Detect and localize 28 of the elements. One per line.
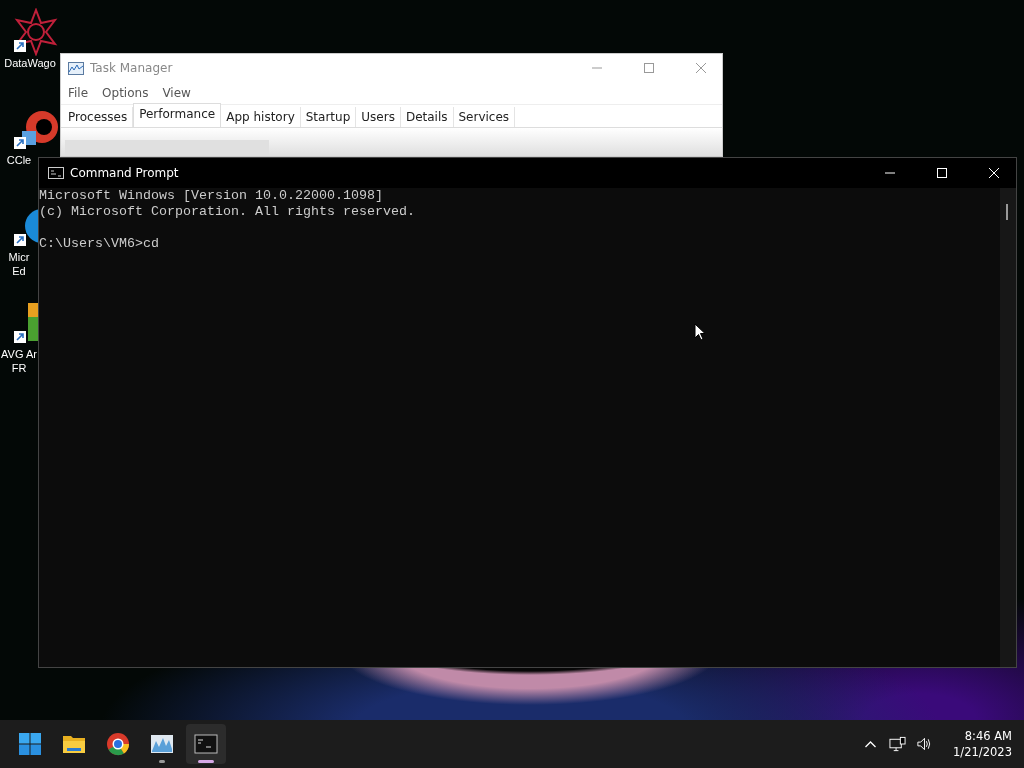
tab[interactable]: Performance <box>133 103 222 127</box>
console-icon <box>194 732 218 756</box>
scrollbar[interactable] <box>1000 188 1016 667</box>
menu-item[interactable]: View <box>162 86 191 100</box>
icon-label: AVG Ar <box>1 347 37 361</box>
console-text: Microsoft Windows [Version 10.0.22000.1098] <box>39 188 384 204</box>
window-title: Task Manager <box>90 61 173 75</box>
console-icon <box>48 167 64 179</box>
icon-label: DataWago <box>4 56 56 70</box>
network-icon[interactable] <box>889 736 907 752</box>
icon-label: Ed <box>12 264 26 278</box>
clock-date[interactable]: 1/21/2023 <box>953 744 1012 760</box>
icon-label: CCle <box>6 153 32 167</box>
windows-icon <box>18 732 42 756</box>
browser-icon <box>106 732 130 756</box>
taskbar-app[interactable] <box>186 724 226 764</box>
command-line[interactable]: C:\Users\VM6>cd <box>39 236 1000 252</box>
chart-icon <box>150 732 174 756</box>
menu-item[interactable]: Options <box>102 86 149 100</box>
icon-label: Micr <box>8 250 30 264</box>
star-icon[interactable] <box>14 8 58 56</box>
menu-item[interactable]: File <box>68 86 89 100</box>
cursor-icon <box>694 323 706 341</box>
console-text: (c) Microsoft Corporation. All rights reserved. <box>39 204 416 220</box>
clock-time[interactable]: 8:46 AM <box>964 728 1012 744</box>
chart-icon <box>68 61 84 75</box>
icon-label: FR <box>11 361 27 375</box>
window-title: Command Prompt <box>70 166 179 180</box>
